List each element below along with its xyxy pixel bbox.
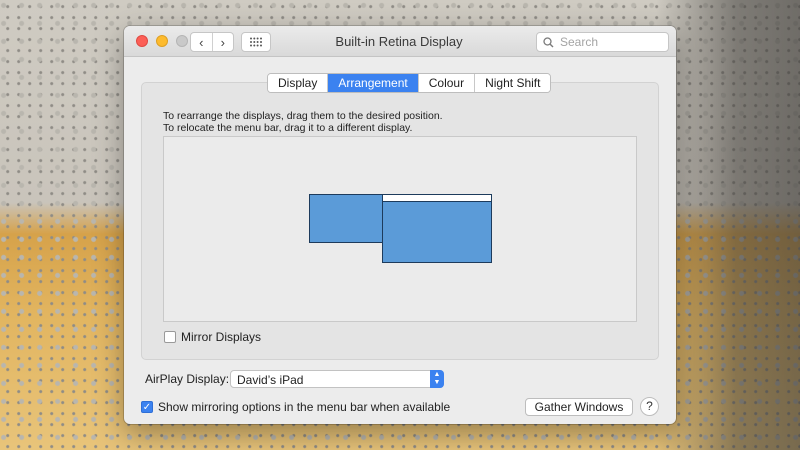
back-button[interactable]: ‹ — [191, 33, 212, 51]
show-mirroring-option: ✓ Show mirroring options in the menu bar… — [141, 400, 450, 414]
checkmark-icon: ✓ — [142, 401, 152, 413]
show-mirroring-label: Show mirroring options in the menu bar w… — [158, 400, 451, 414]
menu-bar-handle[interactable] — [383, 195, 491, 202]
system-preferences-window: ‹ › Built-in Retina Display Search Displ… — [124, 26, 676, 424]
tab-colour[interactable]: Colour — [417, 74, 475, 92]
search-icon — [543, 36, 554, 47]
mirror-displays-option: Mirror Displays — [164, 330, 261, 344]
gather-windows-button[interactable]: Gather Windows — [525, 398, 633, 416]
title-bar: ‹ › Built-in Retina Display — [124, 26, 676, 57]
mirror-displays-label: Mirror Displays — [181, 330, 262, 344]
window-title: Built-in Retina Display — [335, 34, 463, 49]
airplay-display-label: AirPlay Display: — [145, 372, 230, 386]
chevron-right-icon: › — [220, 34, 225, 50]
mirror-displays-checkbox[interactable] — [164, 331, 176, 343]
tab-bar: Display Arrangement Colour Night Shift — [267, 73, 552, 93]
zoom-button — [176, 35, 188, 47]
instruction-line-1: To rearrange the displays, drag them to … — [163, 110, 443, 122]
search-input[interactable] — [558, 34, 662, 50]
navigation-buttons: ‹ › — [190, 32, 234, 52]
forward-button[interactable]: › — [211, 33, 234, 51]
airplay-display-select[interactable]: David’s iPad ▲ ▼ — [230, 370, 444, 388]
close-button[interactable] — [136, 35, 148, 47]
updown-arrows-icon: ▲ ▼ — [430, 370, 444, 388]
tab-display[interactable]: Display — [268, 74, 328, 92]
built-in-display[interactable] — [382, 194, 492, 263]
display-arrangement-area — [163, 136, 637, 322]
tab-night-shift[interactable]: Night Shift — [474, 74, 551, 92]
chevron-left-icon: ‹ — [199, 34, 204, 50]
grid-icon — [250, 37, 262, 47]
minimize-button[interactable] — [156, 35, 168, 47]
instruction-line-2: To relocate the menu bar, drag it to a d… — [163, 122, 413, 134]
tab-arrangement[interactable]: Arrangement — [327, 74, 418, 92]
airplay-selected-value: David’s iPad — [237, 373, 304, 387]
show-all-button[interactable] — [241, 32, 271, 52]
show-mirroring-checkbox[interactable]: ✓ — [141, 401, 153, 413]
arrangement-instructions: To rearrange the displays, drag them to … — [163, 110, 443, 134]
search-field[interactable] — [536, 32, 669, 52]
help-button[interactable]: ? — [640, 397, 659, 416]
external-display[interactable] — [309, 194, 383, 243]
